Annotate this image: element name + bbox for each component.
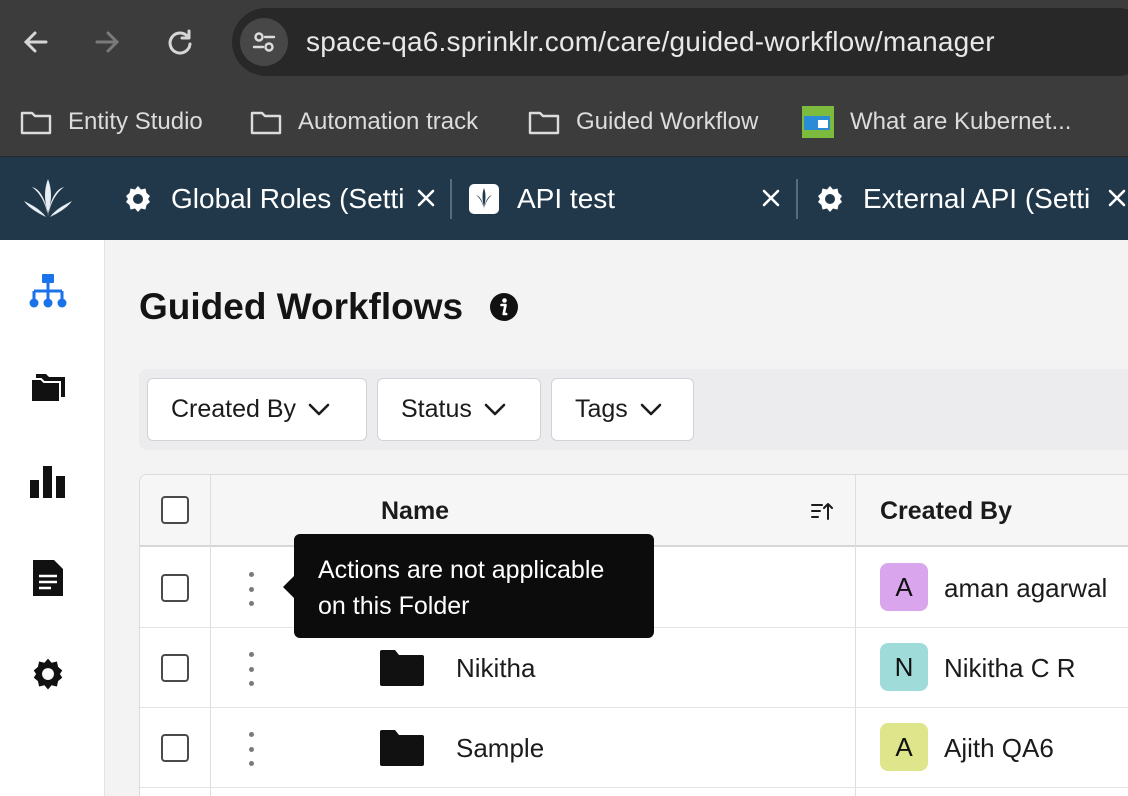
bookmark-label: Automation track — [298, 108, 479, 135]
column-divider — [210, 475, 211, 796]
hierarchy-icon — [29, 274, 67, 308]
row-checkbox[interactable] — [161, 734, 189, 762]
address-bar[interactable]: space-qa6.sprinklr.com/care/guided-workf… — [232, 8, 1128, 76]
row-actions-menu[interactable] — [247, 732, 255, 766]
chevron-down-icon — [484, 403, 506, 415]
created-by-filter[interactable]: Created By — [147, 378, 367, 441]
tags-filter[interactable]: Tags — [551, 378, 694, 441]
tab-label: External API (Setti — [863, 182, 1091, 214]
row-checkbox[interactable] — [161, 574, 189, 602]
close-icon — [762, 189, 780, 207]
back-button[interactable] — [16, 22, 56, 62]
status-filter[interactable]: Status — [377, 378, 541, 441]
row-actions-menu[interactable] — [247, 652, 255, 686]
reload-button[interactable] — [160, 22, 200, 62]
close-tab-button[interactable] — [413, 185, 439, 211]
actions-tooltip: Actions are not applicable on this Folde… — [294, 534, 654, 638]
row-creator: aman agarwal — [944, 573, 1108, 603]
url-text[interactable]: space-qa6.sprinklr.com/care/guided-workf… — [306, 26, 995, 58]
tab-separator — [450, 179, 452, 219]
bookmark-label: What are Kubernet... — [850, 108, 1072, 135]
sprinklr-logo[interactable] — [22, 177, 74, 224]
row-checkbox[interactable] — [161, 654, 189, 682]
folder-icon — [250, 111, 282, 135]
chevron-down-icon — [640, 403, 662, 415]
row-actions-menu[interactable] — [247, 572, 255, 606]
tab-label: API test — [517, 182, 616, 214]
arrow-right-icon — [95, 31, 120, 53]
site-settings-icon[interactable] — [240, 18, 288, 66]
folder-icon — [20, 111, 52, 135]
settings-icon — [33, 658, 63, 690]
row-divider — [140, 787, 1128, 788]
bookmark-automation-track[interactable]: Automation track — [250, 104, 478, 140]
avatar: A — [880, 723, 928, 771]
bookmark-entity-studio[interactable]: Entity Studio — [20, 104, 203, 140]
folder-icon — [380, 730, 424, 766]
sidebar-item-documents[interactable] — [26, 556, 70, 600]
row-name[interactable]: Sample — [456, 733, 544, 764]
reload-icon — [168, 29, 192, 55]
arrow-left-icon — [23, 31, 48, 53]
bookmark-label: Entity Studio — [68, 108, 203, 135]
document-icon — [33, 560, 63, 596]
filter-label: Created By — [171, 395, 297, 423]
info-icon[interactable] — [489, 292, 519, 327]
page-title: Guided Workflows — [139, 286, 464, 327]
row-creator: Nikitha C R — [944, 653, 1076, 683]
tab-api-test[interactable]: API test — [467, 157, 747, 240]
sidebar-item-hierarchy[interactable] — [26, 270, 70, 314]
filter-label: Tags — [575, 395, 628, 423]
bookmark-label: Guided Workflow — [576, 108, 759, 135]
chevron-down-icon — [308, 403, 330, 415]
gear-icon — [126, 185, 150, 212]
forward-button[interactable] — [87, 22, 127, 62]
bar-chart-icon — [30, 466, 65, 498]
tab-label: Global Roles (Setti — [171, 182, 405, 214]
workflow-icon — [469, 183, 499, 214]
avatar: N — [880, 643, 928, 691]
column-header-created-by[interactable]: Created By — [880, 497, 1012, 526]
row-creator: Ajith QA6 — [944, 733, 1054, 763]
close-icon — [1108, 189, 1126, 207]
folder-icon — [380, 650, 424, 686]
gear-icon — [818, 185, 842, 212]
folders-icon — [30, 374, 65, 403]
close-tab-button[interactable] — [758, 185, 784, 211]
sidebar-item-settings[interactable] — [26, 652, 70, 696]
kubernetes-favicon — [802, 106, 834, 138]
sidebar-item-folders[interactable] — [26, 364, 70, 408]
row-divider — [140, 707, 1128, 708]
column-header-name[interactable]: Name — [381, 497, 449, 526]
close-icon — [417, 189, 435, 207]
tab-external-api[interactable]: External API (Setti — [814, 157, 1104, 240]
folder-icon — [528, 111, 560, 135]
tab-separator — [796, 179, 798, 219]
select-all-checkbox[interactable] — [161, 496, 189, 524]
bookmark-guided-workflow[interactable]: Guided Workflow — [528, 104, 758, 140]
row-name[interactable]: Nikitha — [456, 653, 535, 684]
left-sidebar — [0, 240, 105, 796]
tab-global-roles[interactable]: Global Roles (Setti — [122, 157, 412, 240]
sort-icon[interactable] — [810, 501, 834, 526]
close-tab-button[interactable] — [1104, 185, 1128, 211]
sidebar-item-analytics[interactable] — [26, 460, 70, 504]
filter-label: Status — [401, 395, 472, 423]
avatar: A — [880, 563, 928, 611]
app-tab-bar: Global Roles (Setti API test External AP… — [0, 157, 1128, 240]
browser-chrome: space-qa6.sprinklr.com/care/guided-workf… — [0, 0, 1128, 157]
column-divider — [855, 475, 856, 796]
bookmark-kubernetes[interactable]: What are Kubernet... — [802, 104, 1071, 140]
